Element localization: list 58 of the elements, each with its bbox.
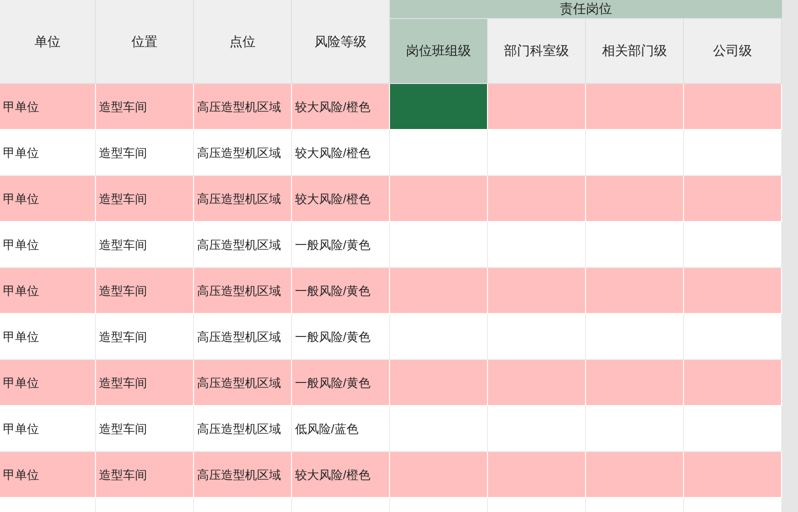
table-cell: 高压造型机区域 <box>194 268 292 314</box>
table-cell[interactable] <box>586 130 684 176</box>
table-cell: 甲单位 <box>0 268 96 314</box>
table-cell: 造型车间 <box>96 130 194 176</box>
table-cell: 高压造型机区域 <box>194 360 292 406</box>
column-header: 位置 <box>96 0 194 83</box>
table-cell[interactable] <box>684 130 782 176</box>
table-cell: 甲单位 <box>0 314 96 360</box>
table-cell: 造型车间 <box>96 268 194 314</box>
table-cell[interactable] <box>488 130 586 176</box>
table-cell[interactable] <box>488 222 586 268</box>
table-cell: 造型车间 <box>96 452 194 498</box>
table-cell: 造型车间 <box>96 84 194 130</box>
table-cell: 高压造型机区域 <box>194 452 292 498</box>
table-cell[interactable] <box>586 222 684 268</box>
table-cell: 造型车间 <box>96 176 194 222</box>
table-cell: 一般风险/黄色 <box>292 268 390 314</box>
table-cell[interactable] <box>586 406 684 452</box>
column-header[interactable]: 岗位班组级 <box>390 19 488 83</box>
table-cell: 较大风险/橙色 <box>292 452 390 498</box>
table-cell[interactable] <box>390 222 488 268</box>
group-header: 责任岗位 <box>390 0 782 19</box>
table-cell[interactable] <box>390 130 488 176</box>
table-cell[interactable] <box>684 314 782 360</box>
table-cell[interactable] <box>488 314 586 360</box>
table-cell[interactable] <box>390 406 488 452</box>
column-header: 单位 <box>0 0 96 83</box>
table-cell: 甲单位 <box>0 452 96 498</box>
table-cell: 甲单位 <box>0 176 96 222</box>
table-cell: 较大风险/橙色 <box>292 84 390 130</box>
table-cell: 甲单位 <box>0 360 96 406</box>
table-cell[interactable] <box>684 222 782 268</box>
scrollbar[interactable] <box>782 0 798 512</box>
table-cell: 一般风险/黄色 <box>292 360 390 406</box>
table-cell[interactable] <box>684 406 782 452</box>
table-cell: 较大风险/橙色 <box>292 176 390 222</box>
table-cell[interactable] <box>586 314 684 360</box>
table-cell: 高压造型机区域 <box>194 406 292 452</box>
table-cell[interactable] <box>488 406 586 452</box>
column-header: 点位 <box>194 0 292 83</box>
table-cell: 造型车间 <box>96 314 194 360</box>
table-cell: 一般风险/黄色 <box>292 314 390 360</box>
table-cell: 造型车间 <box>96 222 194 268</box>
table-cell: 高压造型机区域 <box>194 130 292 176</box>
table-cell: 甲单位 <box>0 130 96 176</box>
table-cell[interactable] <box>390 314 488 360</box>
table-cell: 甲单位 <box>0 84 96 130</box>
table-cell: 低风险/蓝色 <box>292 406 390 452</box>
table-cell: 甲单位 <box>0 406 96 452</box>
table-cell: 一般风险/黄色 <box>292 222 390 268</box>
table-cell: 较大风险/橙色 <box>292 130 390 176</box>
table-cell: 高压造型机区域 <box>194 222 292 268</box>
table-cell: 高压造型机区域 <box>194 176 292 222</box>
table-cell: 甲单位 <box>0 222 96 268</box>
table-cell: 造型车间 <box>96 360 194 406</box>
table-cell: 造型车间 <box>96 406 194 452</box>
table-cell: 高压造型机区域 <box>194 84 292 130</box>
table-cell: 高压造型机区域 <box>194 314 292 360</box>
